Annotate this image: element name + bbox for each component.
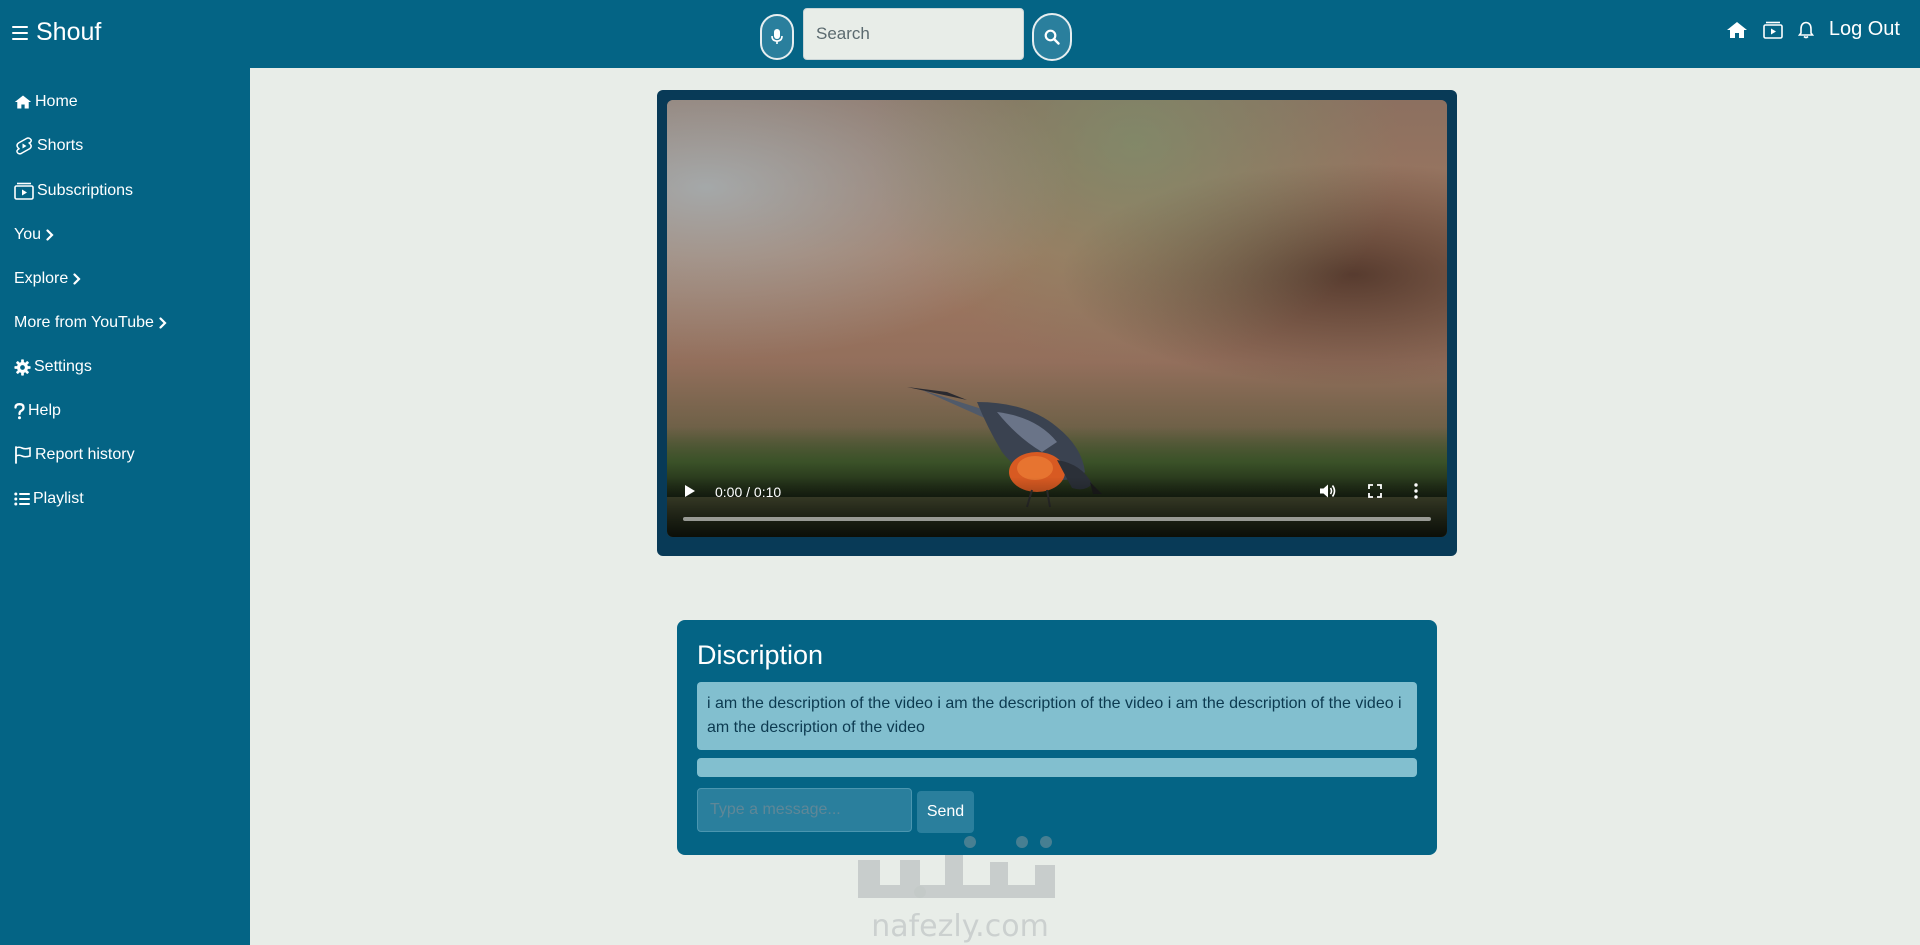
logout-link[interactable]: Log Out [1829,18,1900,41]
brand: Shouf [12,18,101,47]
more-options-icon[interactable] [1413,482,1419,505]
video-time: 0:00 / 0:10 [715,484,782,500]
search-input[interactable] [803,8,1024,60]
sidebar-item-subscriptions[interactable]: Subscriptions [14,180,133,202]
sidebar-item-settings[interactable]: Settings [14,356,92,378]
chevron-right-icon [46,229,54,241]
volume-icon[interactable] [1319,482,1337,505]
sidebar-item-label: Help [28,402,61,419]
subscriptions-icon[interactable] [1763,21,1783,39]
home-icon [14,94,32,110]
video-player[interactable]: 0:00 / 0:10 [667,100,1447,537]
sidebar-item-report-history[interactable]: Report history [14,444,135,466]
sidebar-item-label: Home [35,93,78,110]
gear-icon [14,358,31,376]
sidebar-item-label: Report history [35,446,135,463]
video-progress-bar[interactable] [683,517,1431,521]
message-input[interactable] [697,788,912,832]
list-icon [14,492,30,506]
sidebar: Home Shorts Subscriptions You Explore Mo… [0,68,250,945]
microphone-icon [771,29,783,44]
voice-search-button[interactable] [760,14,794,60]
sidebar-item-label: Playlist [33,490,84,507]
send-button[interactable]: Send [917,791,974,833]
sidebar-item-label: Explore [14,270,69,287]
comments-area [697,758,1417,777]
app-name[interactable]: Shouf [36,18,101,47]
sidebar-item-explore[interactable]: Explore [14,268,81,290]
description-card: Discription i am the description of the … [677,620,1437,855]
question-icon [14,402,25,420]
fullscreen-icon[interactable] [1367,483,1383,504]
sidebar-item-shorts[interactable]: Shorts [14,135,83,157]
sidebar-item-label: Shorts [37,137,84,154]
header-actions: Log Out [1726,18,1900,41]
chevron-right-icon [73,273,81,285]
sidebar-item-label: Settings [34,358,92,375]
chevron-right-icon [159,317,167,329]
flag-icon [14,446,32,464]
play-icon[interactable] [684,484,696,503]
search-icon [1044,29,1060,45]
description-text: i am the description of the video i am t… [697,682,1417,750]
subscriptions-icon [14,182,34,200]
sidebar-item-more-from-youtube[interactable]: More from YouTube [14,312,167,334]
sidebar-item-playlist[interactable]: Playlist [14,488,84,510]
video-controls: 0:00 / 0:10 [667,477,1447,537]
sidebar-item-label: Subscriptions [37,182,134,199]
home-icon[interactable] [1726,21,1748,39]
search-button[interactable] [1032,13,1072,61]
hamburger-menu-icon[interactable] [12,25,28,40]
description-title: Discription [697,640,824,670]
sidebar-item-you[interactable]: You [14,224,54,246]
watermark-logo: nafezly.com [858,836,1055,944]
video-frame: 0:00 / 0:10 [657,90,1457,556]
sidebar-item-label: You [14,226,41,243]
sidebar-item-home[interactable]: Home [14,91,78,113]
bell-icon[interactable] [1797,21,1814,39]
shorts-icon [14,136,34,156]
top-bar: Shouf Log Out [0,0,1920,68]
sidebar-item-label: More from YouTube [14,314,154,331]
watermark-domain: nafezly.com [871,909,1049,944]
sidebar-item-help[interactable]: Help [14,400,61,422]
